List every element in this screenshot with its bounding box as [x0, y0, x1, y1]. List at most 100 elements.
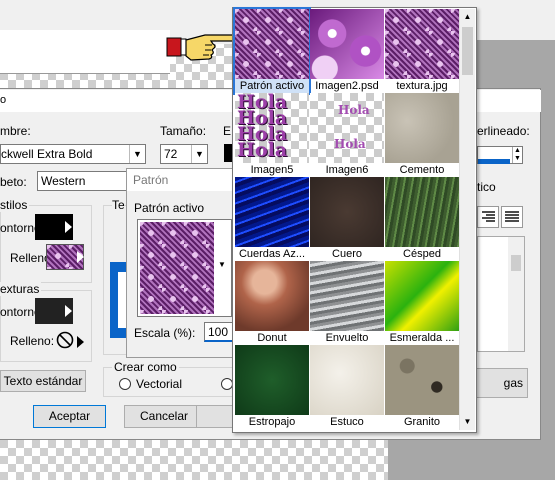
scale-value: 100	[208, 325, 229, 339]
italic-label: tico	[477, 180, 496, 194]
pattern-tile[interactable]: Granito	[385, 345, 459, 429]
leading-bar	[478, 159, 510, 164]
justify-icon[interactable]	[501, 206, 523, 228]
cancel-button[interactable]: Cancelar	[124, 405, 204, 428]
te-label: Te	[112, 198, 125, 212]
pattern-tile-label: Donut	[257, 332, 287, 344]
ok-button[interactable]: Aceptar	[33, 405, 106, 428]
pattern-tile-label: Cuero	[332, 248, 362, 260]
chevron-down-icon[interactable]: ▼	[218, 260, 226, 269]
pattern-thumbnail	[385, 9, 459, 79]
right-list[interactable]	[477, 236, 525, 352]
spin-up-icon[interactable]: ▲	[512, 147, 522, 155]
hola-text: Hola	[338, 103, 370, 117]
active-pattern-selector[interactable]: ▼	[137, 219, 232, 317]
script-label: beto:	[0, 175, 27, 189]
pattern-tile[interactable]: Esmeralda ...	[385, 261, 459, 345]
pattern-thumbnail: Hola Hola	[310, 93, 384, 163]
right-list-scrollbar[interactable]	[508, 237, 524, 351]
active-pattern-label: Patrón activo	[134, 201, 205, 215]
pattern-tile[interactable]: Cuerdas Az...	[235, 177, 309, 261]
textures-section-title: exturas	[0, 282, 42, 296]
outline-color-swatch[interactable]	[35, 214, 73, 240]
pattern-tile-label: Patrón activo	[239, 80, 305, 92]
texture-fill-label: Relleno:	[10, 334, 55, 348]
pattern-thumbnail	[310, 261, 384, 331]
scroll-up-icon[interactable]: ▲	[460, 9, 475, 25]
scroll-thumb[interactable]	[511, 255, 521, 271]
script-value: Western	[41, 174, 86, 188]
pattern-thumbnail: Hola Hola Hola Hola	[235, 93, 309, 163]
size-label: Tamaño:	[160, 124, 207, 138]
no-symbol-icon[interactable]	[55, 330, 77, 352]
pattern-tile-label: Esmeralda ...	[389, 332, 455, 344]
pattern-tile-label: textura.jpg	[396, 80, 448, 92]
pattern-thumbnail	[310, 177, 384, 247]
pattern-thumbnail	[385, 261, 459, 331]
right-action-button[interactable]: gas	[470, 368, 528, 398]
scale-label: Escala (%):	[134, 326, 196, 340]
chevron-down-icon[interactable]: ▼	[191, 145, 207, 163]
pattern-tile[interactable]: Hola Hola Hola Hola Imagen5	[235, 93, 309, 177]
pattern-thumbnail	[385, 345, 459, 415]
styles-section-title: stilos	[0, 198, 30, 212]
pointing-hand-icon	[165, 26, 237, 66]
pattern-thumbnail	[385, 177, 459, 247]
popup-scrollbar[interactable]: ▲ ▼	[459, 9, 475, 430]
pattern-tile[interactable]: Imagen2.psd	[310, 9, 384, 93]
hola-text: Hola	[237, 139, 288, 161]
leading-spinner[interactable]: ▲ ▼	[477, 146, 523, 164]
pattern-tile[interactable]: textura.jpg	[385, 9, 459, 93]
chevron-down-icon[interactable]: ▼	[129, 145, 145, 163]
hola-text: Hola	[334, 137, 366, 151]
chevron-right-icon	[77, 251, 84, 263]
scroll-down-icon[interactable]: ▼	[460, 414, 475, 430]
pattern-tile[interactable]: Estropajo	[235, 345, 309, 429]
spin-down-icon[interactable]: ▼	[512, 155, 522, 163]
pattern-thumbnail	[310, 9, 384, 79]
pattern-tile-label: Imagen2.psd	[315, 80, 379, 92]
chevron-right-icon	[65, 305, 72, 317]
ep-fragment: E	[223, 124, 232, 138]
pattern-tile-label: Césped	[403, 248, 441, 260]
active-pattern-preview	[140, 222, 214, 314]
pattern-thumbnail	[310, 345, 384, 415]
vector-option-label: Vectorial	[136, 377, 183, 391]
pattern-tile[interactable]: Cuero	[310, 177, 384, 261]
pattern-tile-label: Cemento	[399, 164, 445, 176]
font-select[interactable]: ckwell Extra Bold ▼	[0, 144, 146, 164]
pattern-tile-label: Estropajo	[248, 416, 296, 428]
pattern-tile[interactable]: Césped	[385, 177, 459, 261]
pattern-tile[interactable]: Estuco	[310, 345, 384, 429]
script-select[interactable]: Western	[37, 171, 127, 191]
pattern-tile-label: Cuerdas Az...	[238, 248, 306, 260]
title-fragment: o	[0, 94, 7, 106]
popup-scroll-thumb[interactable]	[462, 27, 473, 75]
pattern-thumbnail	[235, 9, 309, 79]
pattern-tile-label: Estuco	[330, 416, 364, 428]
pattern-tile-label: Imagen6	[325, 164, 369, 176]
pattern-tile[interactable]: Hola Hola Imagen6	[310, 93, 384, 177]
chevron-right-icon	[65, 221, 72, 233]
pattern-tile-label: Granito	[403, 416, 441, 428]
pattern-tile-label: Envuelto	[325, 332, 369, 344]
vector-radio[interactable]	[119, 378, 131, 390]
font-value: ckwell Extra Bold	[1, 147, 93, 161]
fill-pattern-swatch[interactable]	[46, 244, 84, 270]
pattern-tile[interactable]: Envuelto	[310, 261, 384, 345]
create-as-title: Crear como	[112, 360, 179, 374]
preview-inner	[118, 272, 126, 328]
size-select[interactable]: 72 ▼	[160, 144, 208, 164]
pattern-thumbnail	[385, 93, 459, 163]
scale-input[interactable]: 100	[204, 322, 234, 342]
align-right-icon[interactable]	[477, 206, 499, 228]
texture-outline-swatch[interactable]	[35, 298, 73, 324]
pattern-tile[interactable]: Cemento	[385, 93, 459, 177]
help-button-fragment[interactable]	[196, 405, 236, 428]
pattern-tile-label: Imagen5	[250, 164, 294, 176]
size-value: 72	[164, 147, 178, 161]
pattern-tile[interactable]: Patrón activo	[233, 7, 311, 95]
top-left-panel	[0, 30, 170, 74]
pattern-tile[interactable]: Donut	[235, 261, 309, 345]
standard-text-button[interactable]: Texto estándar	[0, 370, 86, 392]
